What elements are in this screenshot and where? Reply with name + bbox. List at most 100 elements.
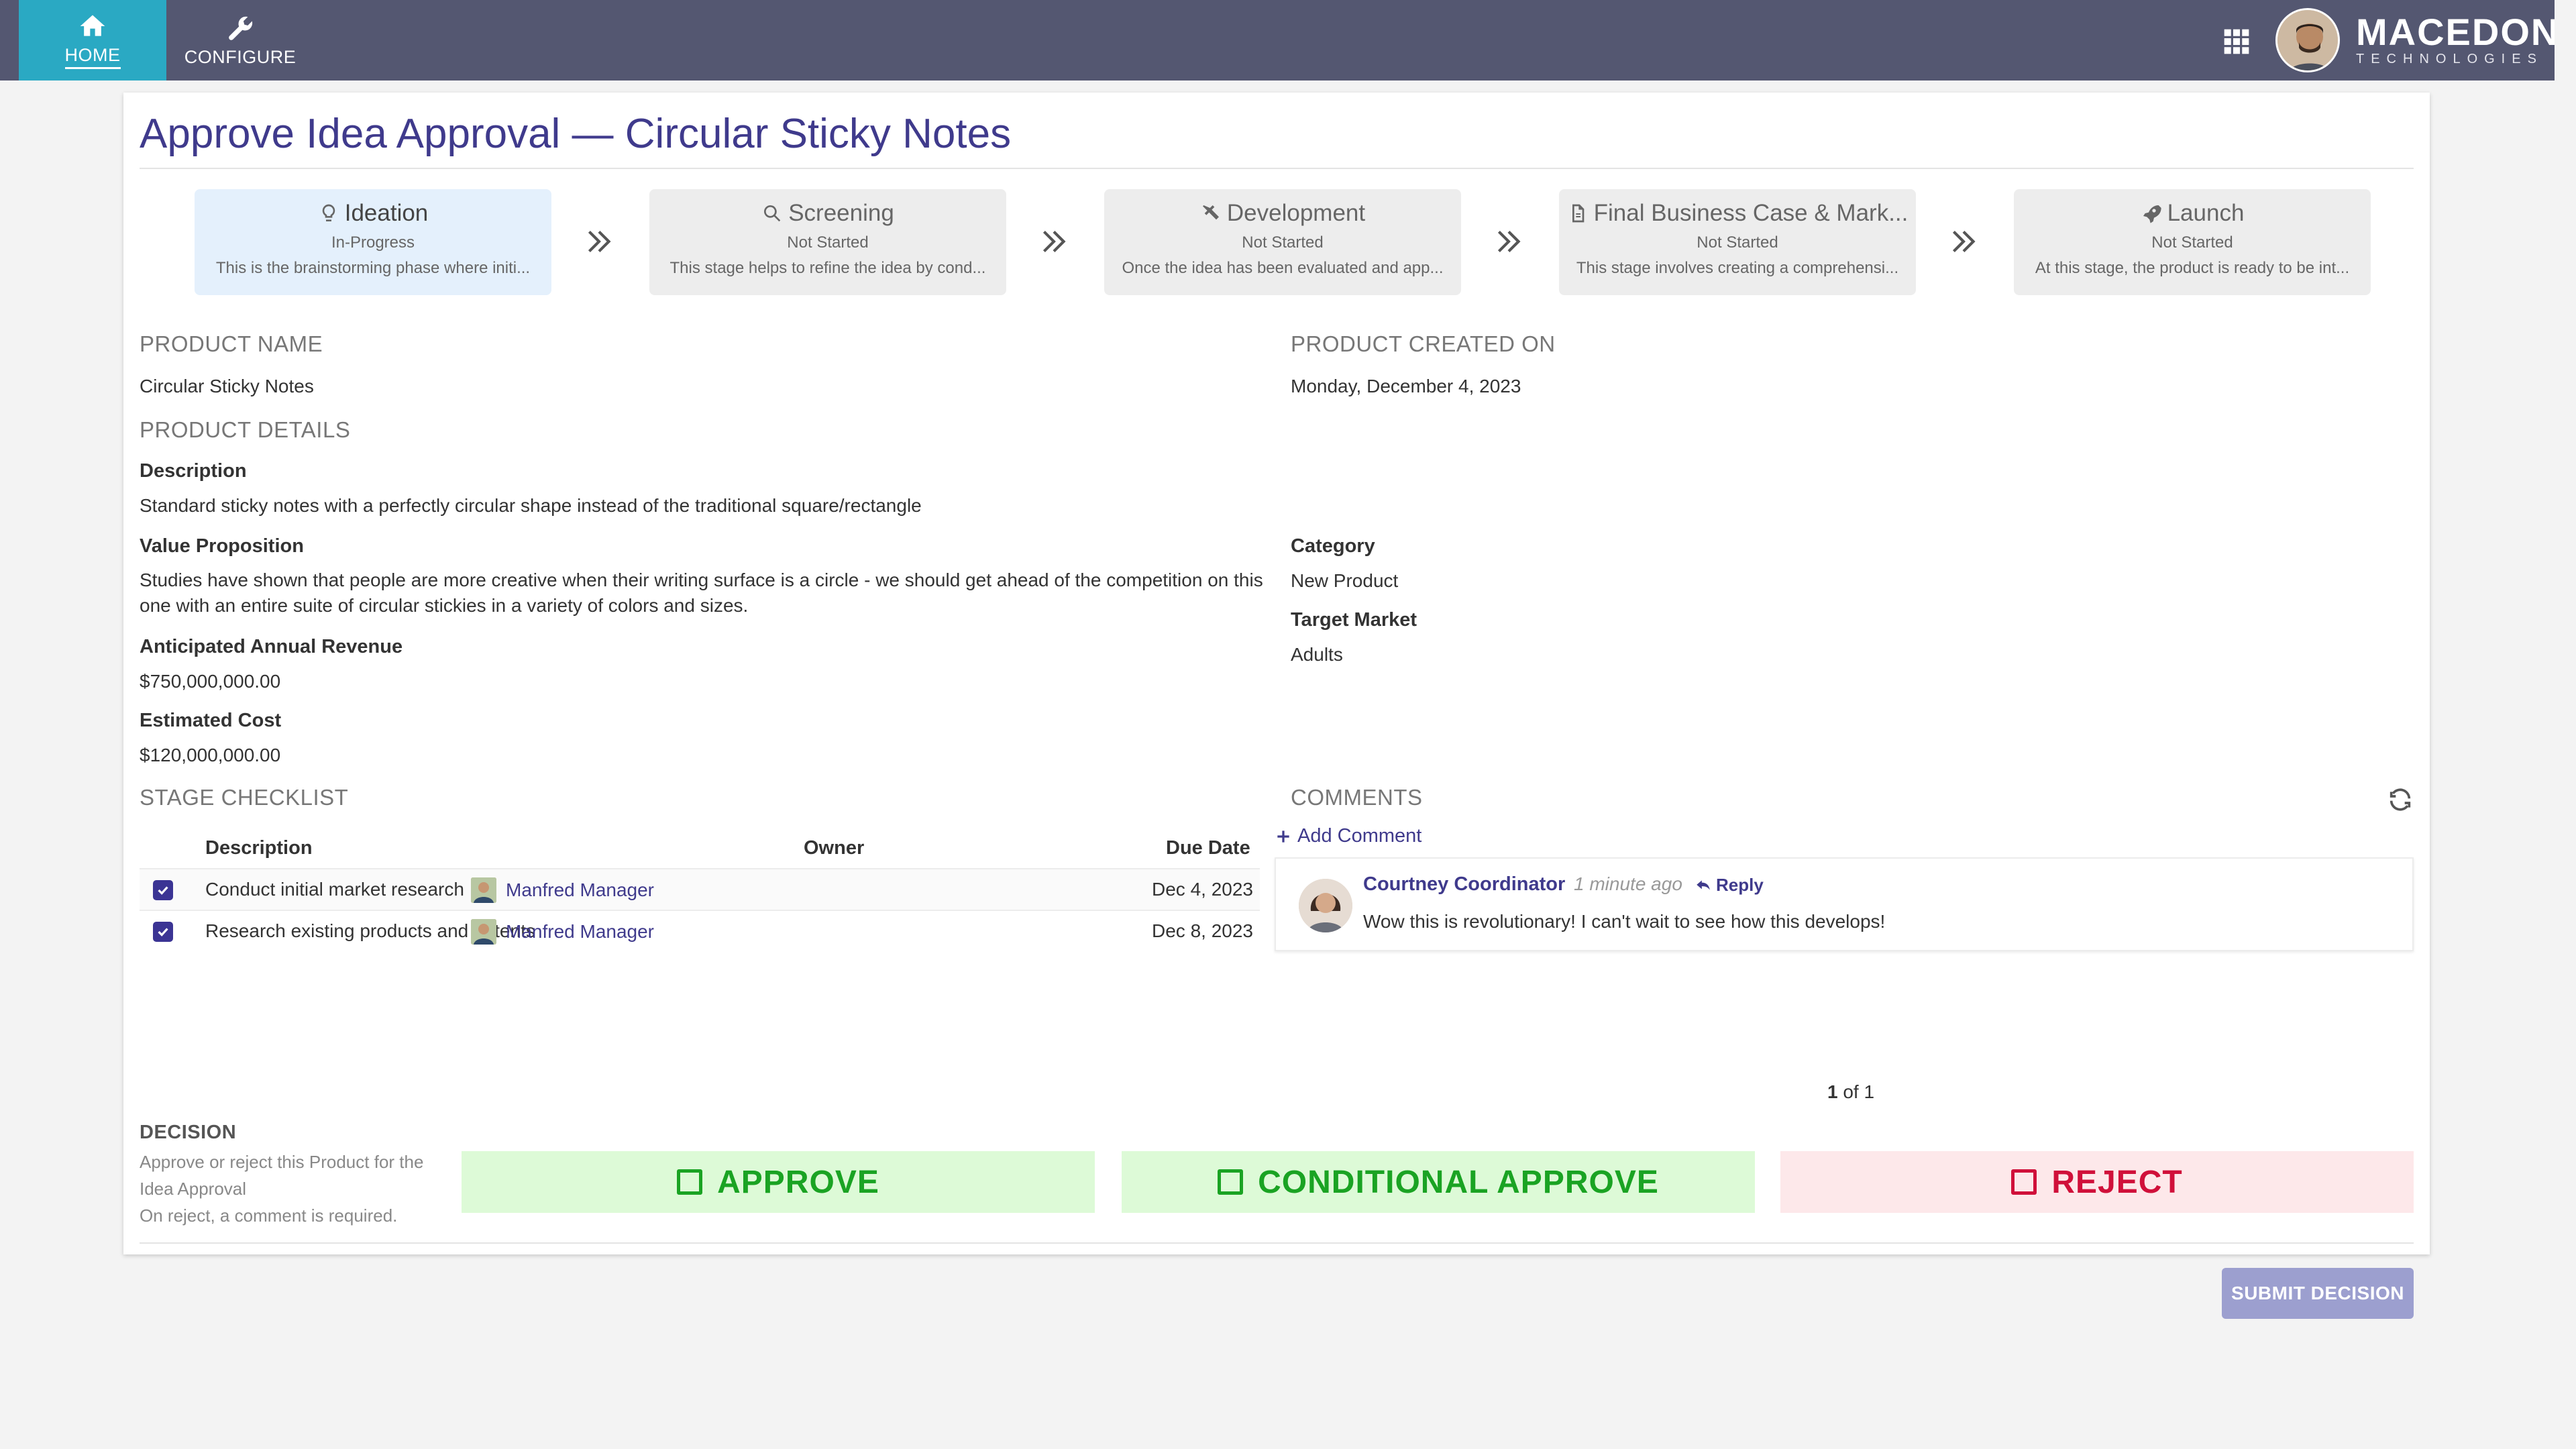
stage-development[interactable]: Development Not Started Once the idea ha… <box>1104 189 1461 295</box>
stage-ideation[interactable]: Ideation In-Progress This is the brainst… <box>195 189 551 295</box>
revenue-value: $750,000,000.00 <box>140 671 281 692</box>
table-row: Research existing products and patents M… <box>140 910 1260 951</box>
conditional-approve-label: CONDITIONAL APPROVE <box>1258 1164 1659 1200</box>
checklist-owner[interactable]: Manfred Manager <box>471 918 654 946</box>
search-icon <box>764 205 781 222</box>
stage-description: This stage helps to refine the idea by c… <box>669 259 986 277</box>
stage-launch[interactable]: Launch Not Started At this stage, the pr… <box>2014 189 2371 295</box>
comment-author[interactable]: Courtney Coordinator <box>1363 873 1565 896</box>
approve-button[interactable]: APPROVE <box>462 1151 1095 1213</box>
target-market-value: Adults <box>1291 644 1343 665</box>
stage-status: In-Progress <box>331 233 415 252</box>
apps-grid-icon[interactable] <box>2222 27 2251 56</box>
chevron-double-right-icon <box>1492 224 1525 259</box>
commenter-avatar <box>1299 879 1352 932</box>
checklist-owner[interactable]: Manfred Manager <box>471 876 654 904</box>
stage-description: Once the idea has been evaluated and app… <box>1122 259 1444 277</box>
conditional-approve-button[interactable]: CONDITIONAL APPROVE <box>1122 1151 1755 1213</box>
chevron-double-right-icon <box>1947 224 1980 259</box>
home-icon <box>80 15 105 36</box>
owner-avatar <box>471 919 496 945</box>
checkbox-empty-icon <box>1218 1169 1244 1195</box>
brand-name: MACEDON <box>2356 11 2560 53</box>
stage-description: This is the brainstorming phase where in… <box>215 259 531 277</box>
comment-timestamp: 1 minute ago <box>1574 873 1682 894</box>
checklist-due-date: Dec 8, 2023 <box>1152 920 1253 941</box>
description-label: Description <box>140 460 247 482</box>
chevron-double-right-icon <box>582 224 616 259</box>
check-icon <box>158 928 168 936</box>
reject-label: REJECT <box>2051 1164 2183 1200</box>
reject-button[interactable]: REJECT <box>1780 1151 2414 1213</box>
tools-icon <box>1202 205 1219 220</box>
check-icon <box>158 886 168 895</box>
stage-name: Development <box>1226 200 1366 226</box>
stage-name: Final Business Case & Mark... <box>1593 200 1909 226</box>
owner-avatar <box>471 877 496 903</box>
brand-logo: MACEDON TECHNOLOGIES <box>2356 13 2559 67</box>
value-proposition-value: Studies have shown that people are more … <box>140 570 1263 616</box>
title-divider <box>140 168 2414 169</box>
checklist-due-date: Dec 4, 2023 <box>1152 879 1253 900</box>
category-value: New Product <box>1291 570 1399 591</box>
page-scrollbar[interactable] <box>2555 0 2576 1449</box>
decision-divider <box>140 1242 2414 1244</box>
decision-help-line2: On reject, a comment is required. <box>140 1205 398 1226</box>
pager-total: of 1 <box>1837 1081 1875 1102</box>
reply-icon <box>1697 879 1710 890</box>
stage-status: Not Started <box>2151 233 2233 252</box>
stage-final-business-case[interactable]: Final Business Case & Mark... Not Starte… <box>1559 189 1916 295</box>
nav-home-button[interactable]: HOME <box>19 0 166 80</box>
category-label: Category <box>1291 535 1375 557</box>
comment-text: Wow this is revolutionary! I can't wait … <box>1363 911 1886 932</box>
nav-configure-button[interactable]: CONFIGURE <box>166 0 314 80</box>
stage-screening[interactable]: Screening Not Started This stage helps t… <box>649 189 1006 295</box>
brand-subtitle: TECHNOLOGIES <box>2356 52 2543 66</box>
decision-help: Approve or reject this Product for the I… <box>140 1148 435 1229</box>
owner-name-link[interactable]: Manfred Manager <box>506 921 654 943</box>
checkbox-empty-icon <box>2011 1169 2037 1195</box>
wrench-icon <box>229 16 253 40</box>
top-bar: HOME CONFIGURE MACEDON TECHNOLOGIES <box>0 0 2558 80</box>
document-icon <box>1572 204 1584 223</box>
checklist-description: Conduct initial market research <box>205 879 464 900</box>
comments-pager: 1 of 1 <box>1827 1081 1874 1103</box>
add-comment-button[interactable]: Add Comment <box>1275 825 1421 847</box>
product-name-value: Circular Sticky Notes <box>140 376 314 396</box>
reply-label: Reply <box>1716 875 1764 895</box>
stage-name: Ideation <box>344 200 429 226</box>
approve-label: APPROVE <box>717 1164 879 1200</box>
nav-configure-label: CONFIGURE <box>184 46 297 67</box>
stage-name: Screening <box>788 200 894 226</box>
product-details-label: PRODUCT DETAILS <box>140 417 351 442</box>
cost-value: $120,000,000.00 <box>140 745 281 765</box>
comment-item: Courtney Coordinator 1 minute ago Reply … <box>1275 857 2414 951</box>
checkbox-empty-icon <box>677 1169 703 1195</box>
table-row: Conduct initial market research Manfred … <box>140 868 1260 910</box>
description-value: Standard sticky notes with a perfectly c… <box>140 495 922 516</box>
product-created-label: PRODUCT CREATED ON <box>1291 331 1556 356</box>
target-market-label: Target Market <box>1291 609 1417 631</box>
stage-description: At this stage, the product is ready to b… <box>2035 259 2350 277</box>
lightbulb-icon <box>322 204 335 221</box>
stage-description: This stage involves creating a comprehen… <box>1576 259 1899 277</box>
submit-decision-button[interactable]: SUBMIT DECISION <box>2222 1268 2414 1319</box>
refresh-icon[interactable] <box>2387 786 2414 813</box>
nav-home-label: HOME <box>64 45 121 69</box>
approval-card: Approve Idea Approval — Circular Sticky … <box>123 93 2430 1319</box>
owner-name-link[interactable]: Manfred Manager <box>506 879 654 901</box>
stage-status: Not Started <box>1242 233 1324 252</box>
chevron-double-right-icon <box>1037 224 1071 259</box>
pager-current: 1 <box>1827 1081 1838 1102</box>
checklist-checkbox[interactable] <box>153 922 173 942</box>
user-avatar[interactable] <box>2275 8 2340 72</box>
stage-name: Launch <box>2167 200 2245 226</box>
reply-button[interactable]: Reply <box>1695 875 1764 896</box>
cost-label: Estimated Cost <box>140 710 282 731</box>
checklist-checkbox[interactable] <box>153 880 173 900</box>
decision-help-line1: Approve or reject this Product for the I… <box>140 1152 424 1199</box>
plus-icon <box>1277 830 1289 843</box>
product-created-value: Monday, December 4, 2023 <box>1291 376 1521 396</box>
stage-status: Not Started <box>787 233 869 252</box>
decision-label: DECISION <box>140 1122 237 1143</box>
